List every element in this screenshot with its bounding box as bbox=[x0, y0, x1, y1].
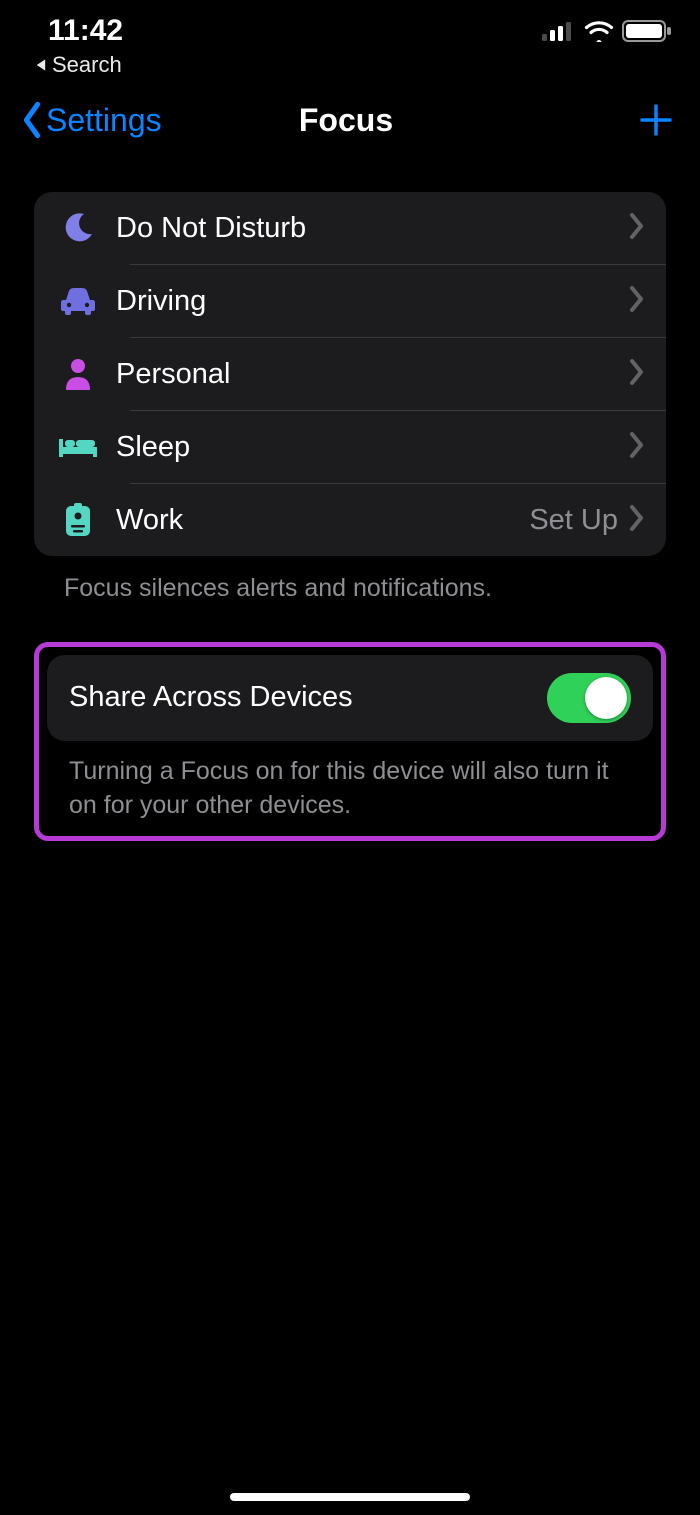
focus-row-detail: Set Up bbox=[529, 504, 618, 537]
focus-row-label: Driving bbox=[102, 285, 628, 318]
share-toggle[interactable] bbox=[547, 673, 631, 723]
focus-row-sleep[interactable]: Sleep bbox=[34, 411, 666, 483]
plus-icon bbox=[638, 102, 674, 138]
focus-row-driving[interactable]: Driving bbox=[34, 265, 666, 337]
breadcrumb[interactable]: Search bbox=[0, 48, 700, 88]
back-triangle-icon bbox=[34, 58, 48, 72]
focus-row-personal[interactable]: Personal bbox=[34, 338, 666, 410]
status-time: 11:42 bbox=[48, 14, 123, 48]
breadcrumb-label: Search bbox=[52, 52, 122, 78]
focus-row-work[interactable]: Work Set Up bbox=[34, 484, 666, 556]
chevron-left-icon bbox=[18, 101, 46, 139]
page-title: Focus bbox=[178, 102, 514, 139]
chevron-right-icon bbox=[628, 285, 646, 318]
back-button[interactable]: Settings bbox=[18, 101, 178, 139]
focus-modes-group: Do Not Disturb Driving bbox=[34, 192, 666, 556]
status-bar: 11:42 bbox=[0, 0, 700, 48]
focus-row-label: Do Not Disturb bbox=[102, 212, 628, 245]
chevron-right-icon bbox=[628, 431, 646, 464]
battery-icon bbox=[622, 19, 672, 43]
wifi-icon bbox=[584, 20, 614, 42]
moon-icon bbox=[62, 212, 94, 244]
add-button[interactable] bbox=[514, 102, 674, 138]
share-label: Share Across Devices bbox=[69, 681, 353, 714]
badge-icon bbox=[65, 503, 91, 537]
home-indicator[interactable] bbox=[230, 1493, 470, 1501]
share-footer: Turning a Focus on for this device will … bbox=[47, 741, 653, 823]
chevron-right-icon bbox=[628, 212, 646, 245]
focus-group-footer: Focus silences alerts and notifications. bbox=[34, 556, 666, 606]
status-icons bbox=[542, 19, 672, 43]
content: Do Not Disturb Driving bbox=[0, 152, 700, 841]
focus-row-label: Personal bbox=[102, 358, 628, 391]
chevron-right-icon bbox=[628, 358, 646, 391]
focus-row-label: Sleep bbox=[102, 431, 628, 464]
back-label: Settings bbox=[46, 102, 162, 139]
cellular-icon bbox=[542, 21, 576, 41]
car-icon bbox=[60, 287, 96, 315]
focus-row-label: Work bbox=[102, 504, 529, 537]
person-icon bbox=[64, 358, 92, 390]
share-across-devices-row: Share Across Devices bbox=[47, 655, 653, 741]
focus-row-do-not-disturb[interactable]: Do Not Disturb bbox=[34, 192, 666, 264]
highlight-annotation: Share Across Devices Turning a Focus on … bbox=[34, 642, 666, 842]
nav-bar: Settings Focus bbox=[0, 88, 700, 152]
chevron-right-icon bbox=[628, 504, 646, 537]
bed-icon bbox=[59, 435, 97, 459]
